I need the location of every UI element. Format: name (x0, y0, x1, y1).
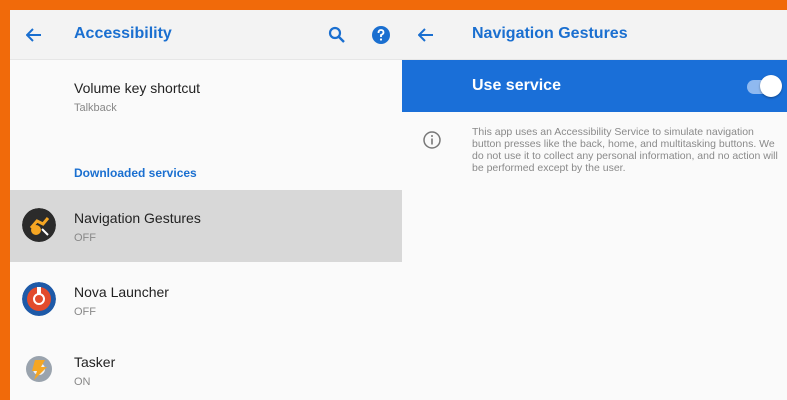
back-button[interactable] (414, 23, 438, 47)
search-icon (328, 26, 345, 43)
use-service-label: Use service (472, 77, 561, 94)
use-service-toggle[interactable] (760, 75, 782, 97)
use-service-switch-bar[interactable]: Use service (402, 60, 787, 112)
service-status: OFF (74, 232, 96, 244)
service-detail-app-bar: Navigation Gestures (402, 10, 787, 60)
info-icon (423, 131, 441, 149)
volume-key-shortcut-label: Volume key shortcut (74, 80, 201, 96)
help-button[interactable] (370, 24, 392, 46)
back-button[interactable] (22, 23, 46, 47)
service-status: ON (74, 376, 91, 388)
back-arrow-icon (26, 28, 41, 42)
help-icon (372, 26, 390, 44)
service-row-navigation-gestures[interactable]: Navigation Gestures OFF (10, 190, 402, 262)
accessibility-pane: Accessibility Volume key shortcut Talkba… (10, 10, 402, 400)
service-status: OFF (74, 306, 96, 318)
back-arrow-icon (418, 28, 433, 42)
service-name: Tasker (74, 354, 116, 370)
screenshot-frame: Accessibility Volume key shortcut Talkba… (10, 10, 787, 400)
page-title: Navigation Gestures (472, 25, 628, 42)
page-title: Accessibility (74, 25, 172, 42)
tasker-app-icon (26, 356, 52, 382)
service-name: Navigation Gestures (74, 210, 201, 226)
volume-key-shortcut-value: Talkback (74, 102, 117, 114)
service-name: Nova Launcher (74, 284, 169, 300)
navigation-gestures-app-icon (22, 208, 56, 242)
search-button[interactable] (326, 24, 348, 46)
navigation-gestures-pane: Navigation Gestures Use service This app… (402, 10, 787, 400)
nova-launcher-app-icon (22, 282, 56, 316)
service-row-tasker[interactable]: Tasker ON (10, 338, 402, 400)
volume-key-shortcut-row[interactable]: Volume key shortcut Talkback (10, 70, 402, 134)
service-description: This app uses an Accessibility Service t… (472, 126, 778, 174)
accessibility-app-bar: Accessibility (10, 10, 402, 60)
downloaded-services-header: Downloaded services (74, 166, 197, 180)
service-row-nova-launcher[interactable]: Nova Launcher OFF (10, 266, 402, 334)
